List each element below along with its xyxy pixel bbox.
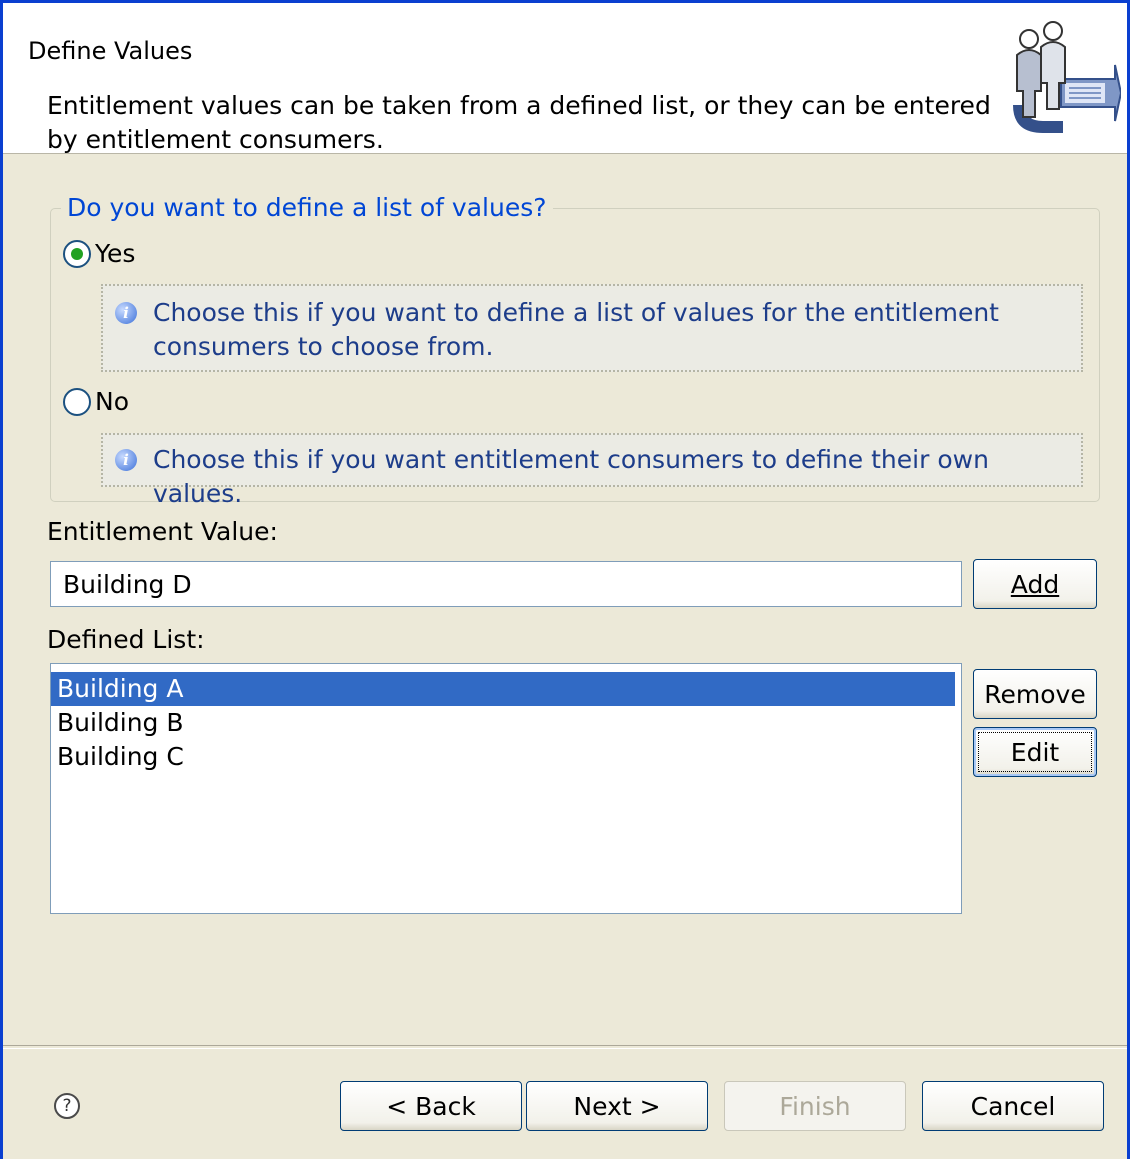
- back-button-label: < Back: [386, 1091, 476, 1121]
- page-description: Entitlement values can be taken from a d…: [47, 91, 991, 154]
- yes-hint-text: Choose this if you want to define a list…: [153, 298, 999, 361]
- next-button[interactable]: Next >: [526, 1081, 708, 1131]
- no-radio-label: No: [95, 387, 129, 416]
- cancel-button[interactable]: Cancel: [922, 1081, 1104, 1131]
- wizard-dialog: Define Values Entitlement values can be …: [0, 0, 1130, 1159]
- finish-button-label: Finish: [779, 1091, 851, 1121]
- no-hint-box: i Choose this if you want entitlement co…: [101, 433, 1083, 508]
- yes-radio-label: Yes: [95, 239, 136, 268]
- add-button-label: Add: [1010, 569, 1060, 599]
- info-icon: i: [115, 449, 137, 471]
- finish-button: Finish: [724, 1081, 906, 1131]
- defined-list-label: Defined List:: [47, 625, 205, 654]
- wizard-header: Define Values Entitlement values can be …: [3, 3, 1127, 154]
- edit-button[interactable]: Edit: [973, 727, 1097, 777]
- info-icon: i: [115, 302, 137, 324]
- no-radio-option[interactable]: No: [63, 387, 129, 416]
- focus-ring: [978, 732, 1092, 772]
- no-radio-button[interactable]: [63, 387, 91, 416]
- list-item[interactable]: Building C: [51, 740, 961, 774]
- define-list-question: Do you want to define a list of values?: [61, 193, 553, 222]
- list-item[interactable]: Building A: [51, 672, 955, 706]
- next-button-label: Next >: [573, 1091, 661, 1121]
- yes-radio-button[interactable]: [63, 239, 91, 268]
- defined-list-box[interactable]: Building A Building B Building C: [50, 663, 962, 914]
- yes-hint-box: i Choose this if you want to define a li…: [101, 284, 1083, 372]
- add-button[interactable]: Add: [973, 559, 1097, 609]
- list-item[interactable]: Building B: [51, 706, 961, 740]
- entitlement-value-label: Entitlement Value:: [47, 517, 278, 546]
- back-button[interactable]: < Back: [340, 1081, 522, 1131]
- cancel-button-label: Cancel: [970, 1091, 1056, 1121]
- help-icon[interactable]: ?: [54, 1093, 80, 1119]
- yes-radio-option[interactable]: Yes: [63, 239, 135, 268]
- remove-button[interactable]: Remove: [973, 669, 1097, 719]
- remove-button-label: Remove: [984, 679, 1086, 709]
- entitlement-value-input[interactable]: [50, 561, 962, 607]
- page-title: Define Values: [28, 37, 193, 65]
- footer-separator: [3, 1045, 1127, 1049]
- people-transfer-icon: [1013, 21, 1121, 133]
